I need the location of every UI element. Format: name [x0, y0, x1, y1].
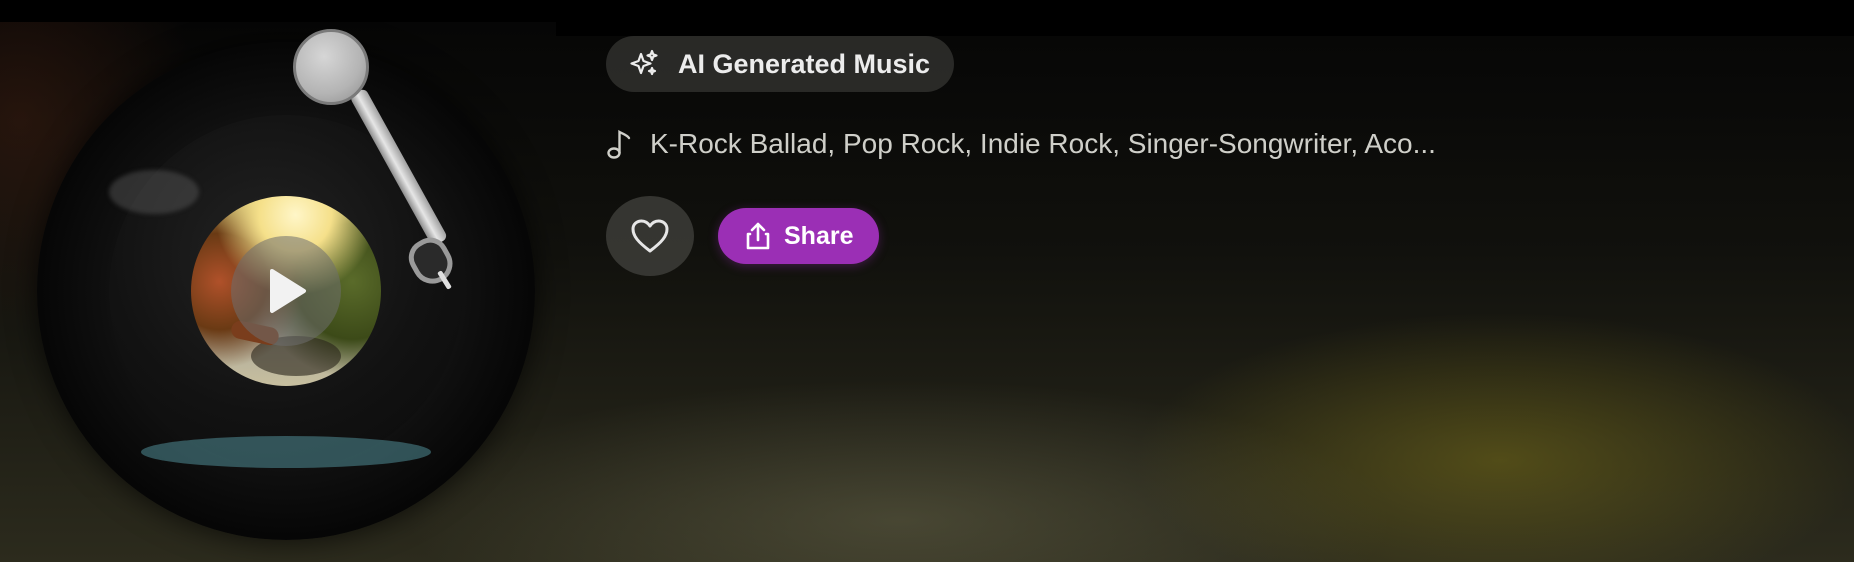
share-label: Share	[784, 221, 854, 250]
share-button[interactable]: Share	[718, 208, 880, 264]
vinyl-record	[37, 42, 535, 540]
play-button[interactable]	[231, 236, 341, 346]
vinyl-reflection	[141, 436, 431, 468]
like-button[interactable]	[606, 196, 694, 276]
heart-icon	[631, 219, 669, 253]
share-icon	[746, 222, 770, 250]
genre-tags: K-Rock Ballad, Pop Rock, Indie Rock, Sin…	[606, 122, 1436, 166]
music-note-icon	[607, 129, 631, 159]
top-bar	[0, 0, 556, 22]
tonearm-pivot	[293, 29, 369, 105]
badge-label: AI Generated Music	[678, 48, 931, 79]
sparkles-icon	[630, 49, 658, 76]
ai-generated-badge: AI Generated Music	[606, 36, 955, 92]
vinyl-glare	[109, 170, 199, 214]
genre-text: K-Rock Ballad, Pop Rock, Indie Rock, Sin…	[650, 128, 1436, 159]
play-icon	[270, 269, 306, 313]
top-bar-right	[556, 0, 1854, 36]
